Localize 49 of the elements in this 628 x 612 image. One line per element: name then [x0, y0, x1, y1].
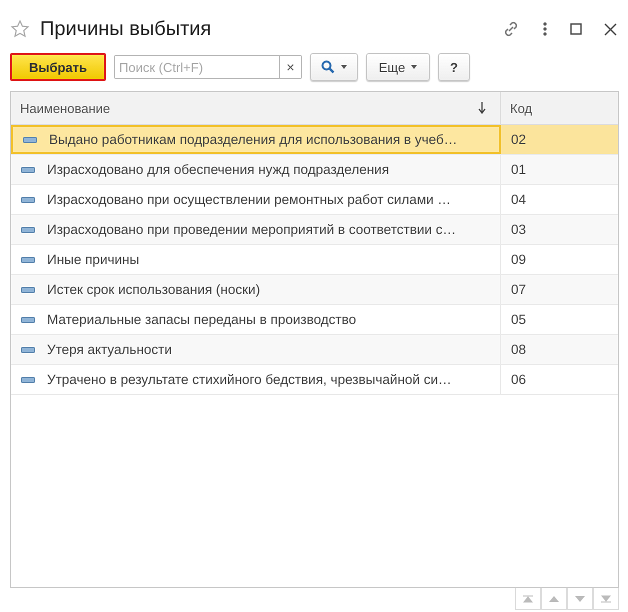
more-button[interactable]: Еще	[366, 53, 430, 81]
caret-icon	[411, 65, 418, 69]
table-cell[interactable]: 02	[501, 125, 618, 154]
link-icon[interactable]	[502, 20, 520, 38]
table-cell[interactable]: 08	[501, 335, 618, 364]
maximize-icon[interactable]	[570, 23, 582, 35]
table-cell[interactable]: 09	[501, 245, 618, 274]
table-cell[interactable]: 05	[501, 305, 618, 334]
table-cell[interactable]: Израсходовано для обеспечения нужд подразделения	[11, 155, 501, 184]
table-cell[interactable]: Израсходовано при проведении мероприятий в соответствии с…	[11, 215, 501, 244]
more-icon[interactable]	[542, 21, 548, 37]
select-button[interactable]: Выбрать	[10, 53, 106, 81]
search-field[interactable]: Поиск (Ctrl+F) ×	[114, 55, 302, 79]
item-icon	[21, 166, 35, 172]
clear-button[interactable]: ×	[279, 56, 301, 78]
table-cell[interactable]: Истек срок использования (носки)	[11, 275, 501, 304]
close-icon[interactable]	[604, 22, 617, 36]
column-header[interactable]: Код	[501, 92, 618, 124]
item-icon	[21, 226, 35, 232]
table-cell[interactable]: Материальные запасы переданы в производство	[11, 305, 501, 334]
down-icon	[575, 596, 585, 602]
item-icon	[21, 196, 35, 202]
column-header[interactable]: Наименование	[11, 92, 501, 124]
help-button[interactable]: ?	[438, 53, 470, 81]
item-icon	[21, 286, 35, 292]
up-icon	[549, 596, 559, 602]
item-icon	[23, 136, 37, 142]
table-cell[interactable]: 06	[501, 365, 618, 394]
search-icon	[321, 60, 335, 74]
item-icon	[21, 376, 35, 382]
item-icon	[21, 346, 35, 352]
table-cell[interactable]: 01	[501, 155, 618, 184]
table-cell[interactable]: 03	[501, 215, 618, 244]
star-icon[interactable]	[10, 19, 30, 39]
table-cell[interactable]: Утрачено в результате стихийного бедствия, чрезвычайной си…	[11, 365, 501, 394]
table-cell[interactable]: Израсходовано при осуществлении ремонтных работ силами …	[11, 185, 501, 214]
window-title: Причины выбытия	[40, 18, 212, 40]
first-icon	[523, 594, 533, 602]
last-icon	[601, 594, 611, 602]
table-cell[interactable]: Выдано работникам подразделения для использования в учеб…	[11, 125, 501, 154]
table-cell[interactable]: 07	[501, 275, 618, 304]
item-icon	[21, 256, 35, 262]
table-cell[interactable]: 04	[501, 185, 618, 214]
search-button[interactable]	[310, 53, 358, 81]
caret-icon	[341, 65, 347, 69]
table-cell[interactable]: Утеря актуальности	[11, 335, 501, 364]
sort-arrow-icon	[478, 102, 486, 114]
item-icon	[21, 316, 35, 322]
table-cell[interactable]: Иные причины	[11, 245, 501, 274]
